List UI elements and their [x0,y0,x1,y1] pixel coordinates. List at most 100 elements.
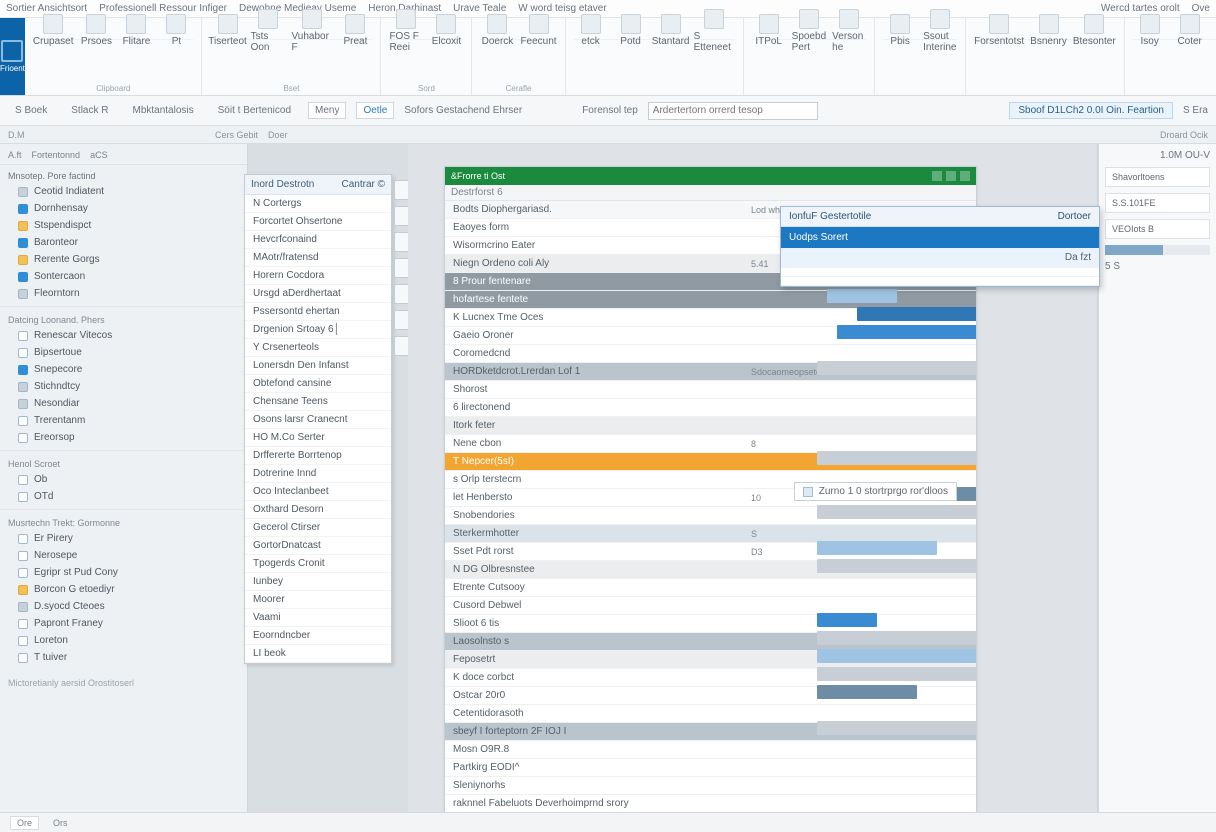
tree-item[interactable]: Iunbey [245,573,391,591]
gantt-bar[interactable] [817,361,976,375]
nav-tab[interactable]: A.ft [8,150,22,160]
gantt-bar[interactable] [817,505,976,519]
ribbon-button[interactable]: Btesonter [1073,14,1116,47]
tree-header-action[interactable]: Cantrar © [342,179,386,190]
ribbon-button[interactable]: Pt [159,14,193,47]
nav-item[interactable]: D.syocd Cteoes [0,598,247,615]
gantt-bar[interactable] [817,613,877,627]
mini-tab[interactable]: Doer [268,130,288,140]
info-pill[interactable]: Sboof D1LCh2 0.0I Oin. Feartion [1009,102,1173,119]
nav-item[interactable]: Baronteor [0,234,247,251]
ribbon-button[interactable]: Tiserteot [210,14,244,47]
ribbon-button[interactable]: Forsentotst [974,14,1024,47]
ribbon-button[interactable]: Pbis [883,14,917,47]
ribbon-button[interactable]: Isoy [1133,14,1167,47]
ribbon-button[interactable]: Verson he [832,9,866,53]
gantt-bar[interactable] [837,325,976,339]
tree-item[interactable]: Oco Inteclanbeet [245,483,391,501]
tree-item[interactable]: HO M.Co Serter [245,429,391,447]
ribbon-button[interactable]: Doerck [480,14,514,47]
mini-tab[interactable]: Cers Gebit [215,130,258,140]
ribbon-button[interactable]: Feecunt [520,14,556,47]
ribbon-button[interactable]: Vuhabor F [291,9,332,53]
nav-item[interactable]: Er Pirery [0,530,247,547]
nav-item[interactable]: Borcon G etoediyr [0,581,247,598]
nav-item[interactable]: Sontercaon [0,268,247,285]
tool-item[interactable]: Söit t Bertenicod [211,102,298,119]
tree-item[interactable]: Chensane Teens [245,393,391,411]
ribbon-button[interactable]: S Etteneet [694,9,735,53]
nav-item[interactable]: Loreton [0,632,247,649]
right-chip[interactable]: VEOIots B [1105,219,1210,239]
task-row[interactable]: Etrente Cutsooy [445,579,976,597]
dialog-row[interactable]: Da fzt [781,248,1099,268]
nav-item[interactable]: Stspendispct [0,217,247,234]
app-button[interactable]: Frioent [0,18,25,95]
tree-item[interactable]: GortorDnatcast [245,537,391,555]
right-chip[interactable]: Shavorltoens [1105,167,1210,187]
ribbon-button[interactable]: Potd [614,14,648,47]
ribbon-button[interactable]: ITPoL [752,14,786,47]
tree-item[interactable]: LI beok [245,645,391,663]
dialog-row[interactable] [781,268,1099,277]
task-row[interactable]: Cusord Debwel [445,597,976,615]
tool-item[interactable]: S Boek [8,102,54,119]
tree-item[interactable]: Horern Cocdora [245,267,391,285]
nav-item[interactable]: Ob [0,471,247,488]
inline-toolbar[interactable]: Zurno 1 0 stortrprgo ror'dloos [794,482,957,501]
status-button[interactable]: Ore [10,816,39,830]
tree-item[interactable]: Hevcrfconaind [245,231,391,249]
task-row[interactable]: Sleniynorhs [445,777,976,795]
nav-tab[interactable]: Fortentonnd [32,150,81,160]
mini-tab[interactable]: Droard Ocik [1160,130,1208,140]
menu-item[interactable]: Professionell Ressour Infiger [99,3,227,14]
tree-item[interactable]: Eoorndncber [245,627,391,645]
nav-item[interactable]: Ereorsop [0,429,247,446]
nav-item[interactable]: Ceotid Indiatent [0,183,247,200]
nav-item[interactable]: OTd [0,488,247,505]
menu-item[interactable]: Wercd tartes orolt [1101,3,1180,14]
ribbon-button[interactable]: Coter [1173,14,1207,47]
ribbon-button[interactable]: etck [574,14,608,47]
task-row[interactable]: 6 lirectonend [445,399,976,417]
nav-item[interactable]: Rerente Gorgs [0,251,247,268]
tree-item[interactable]: MAotr/fratensd [245,249,391,267]
ribbon-button[interactable]: Preat [338,14,372,47]
gantt-bar[interactable] [827,289,897,303]
tool-button[interactable]: Meny [308,102,346,119]
gantt-bar[interactable] [817,451,976,465]
tree-item[interactable]: Ursgd aDerdhertaat [245,285,391,303]
tool-item[interactable]: Mbktantalosis [125,102,200,119]
nav-item[interactable]: Papront Franey [0,615,247,632]
task-row[interactable]: Itork feter [445,417,976,435]
menu-item[interactable]: Urave Teale [453,3,506,14]
ribbon-button[interactable]: Crupaset [33,14,74,47]
nav-item[interactable]: Renescar Vitecos [0,327,247,344]
gantt-bar[interactable] [817,721,976,735]
gantt-bar[interactable] [817,685,917,699]
dialog-row[interactable] [781,277,1099,286]
tree-item[interactable]: Osons larsr Cranecnt [245,411,391,429]
nav-item[interactable]: T tuiver [0,649,247,666]
properties-dialog[interactable]: IonfuF Gestertotile Dortoer Uodps Sorert… [780,206,1100,287]
gantt-bar[interactable] [817,541,937,555]
menu-item[interactable]: Ove [1192,3,1210,14]
tree-item[interactable]: N Cortergs [245,195,391,213]
tree-item[interactable]: Oxthard Desorn [245,501,391,519]
nav-item[interactable]: Snepecore [0,361,247,378]
tree-item[interactable]: Gecerol Ctirser [245,519,391,537]
tool-item[interactable]: Stlack R [64,102,115,119]
tree-item[interactable]: Pssersontd ehertan [245,303,391,321]
gantt-bar[interactable] [857,307,976,321]
ribbon-button[interactable]: Bsnenry [1030,14,1067,47]
col-header[interactable]: Bodts Diophergariasd. [445,204,745,215]
nav-item[interactable]: Fleorntorn [0,285,247,302]
tree-item[interactable]: Obtefond cansine [245,375,391,393]
gantt-bar[interactable] [817,667,976,681]
right-chip[interactable]: S.S.101FE [1105,193,1210,213]
nav-tab[interactable]: aCS [90,150,108,160]
ribbon-button[interactable]: Flitare [119,14,153,47]
nav-item[interactable]: Egripr st Pud Cony [0,564,247,581]
ribbon-button[interactable]: FOS F Reei [389,9,423,53]
gantt-bar[interactable] [817,631,976,645]
